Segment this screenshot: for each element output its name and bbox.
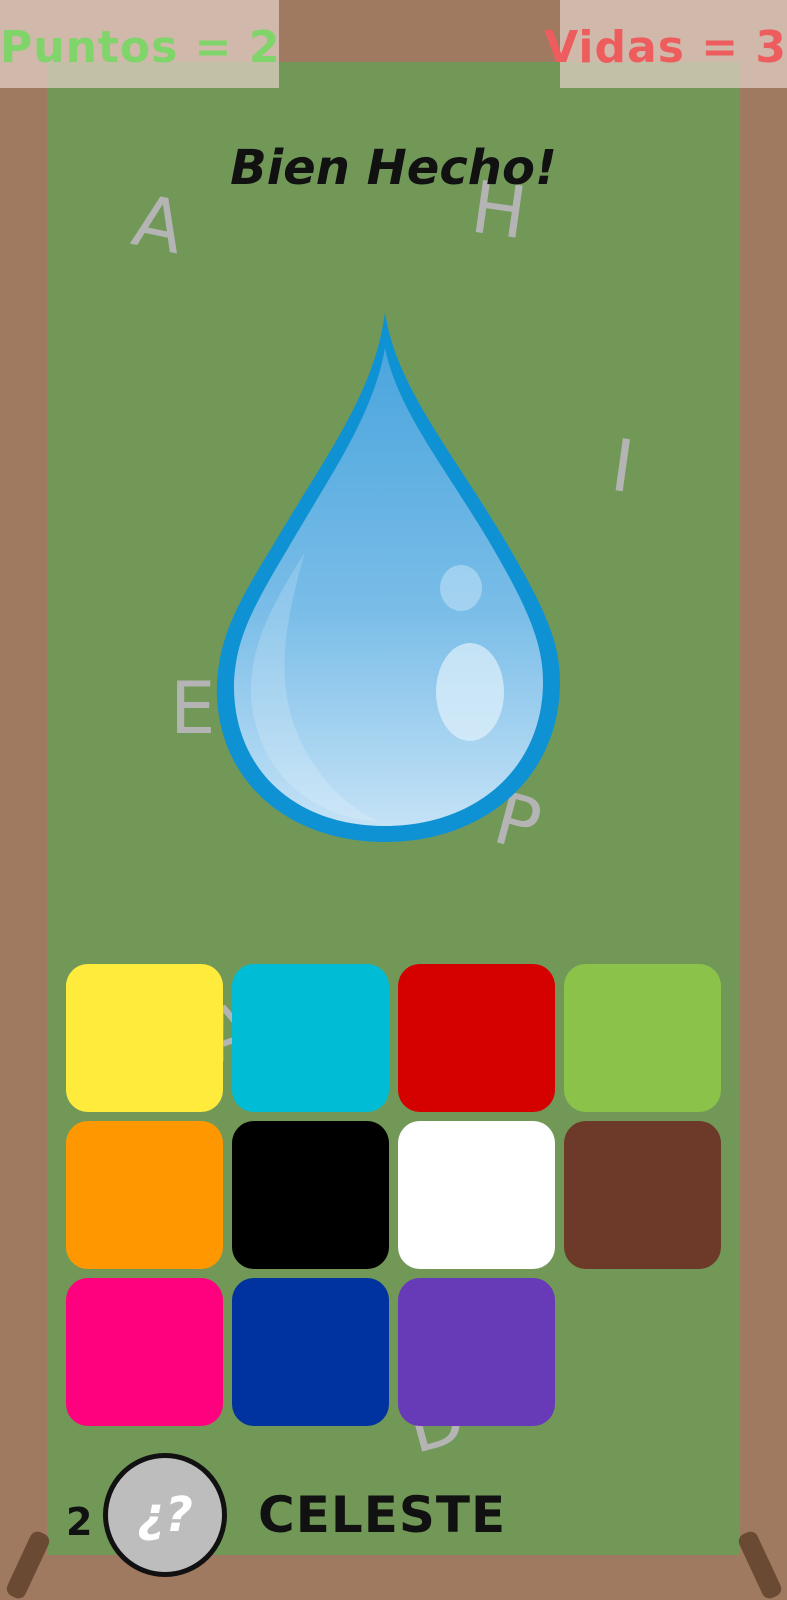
background-letter: E xyxy=(170,666,216,750)
round-counter: 2 xyxy=(66,1500,93,1544)
color-swatch-light-green[interactable] xyxy=(564,964,721,1112)
color-swatch-yellow[interactable] xyxy=(66,964,223,1112)
color-swatch-brown[interactable] xyxy=(564,1121,721,1269)
color-swatch-white[interactable] xyxy=(398,1121,555,1269)
score-label: Puntos = 2 xyxy=(0,22,281,73)
color-swatch-black[interactable] xyxy=(232,1121,389,1269)
color-swatch-pink[interactable] xyxy=(66,1278,223,1426)
hint-button-label: ¿? xyxy=(137,1487,193,1543)
color-swatch-purple[interactable] xyxy=(398,1278,555,1426)
color-swatch-dark-blue[interactable] xyxy=(232,1278,389,1426)
game-stage: Puntos = 2 Vidas = 3 Bien Hecho! A H I E… xyxy=(0,0,787,1600)
lives-label: Vidas = 3 xyxy=(544,22,787,73)
color-swatch-cyan[interactable] xyxy=(232,964,389,1112)
water-drop-image xyxy=(216,312,560,842)
frame-leg-left xyxy=(4,1529,52,1600)
hint-button[interactable]: ¿? xyxy=(103,1453,227,1577)
lives-panel: Vidas = 3 xyxy=(544,0,787,88)
target-color-name: CELESTE xyxy=(258,1486,507,1544)
color-swatch-red[interactable] xyxy=(398,964,555,1112)
feedback-message: Bien Hecho! xyxy=(230,140,557,196)
color-swatch-orange[interactable] xyxy=(66,1121,223,1269)
drop-highlight-large xyxy=(436,643,504,741)
drop-highlight-small xyxy=(440,565,482,611)
frame-leg-right xyxy=(736,1529,784,1600)
score-panel: Puntos = 2 xyxy=(0,0,279,88)
